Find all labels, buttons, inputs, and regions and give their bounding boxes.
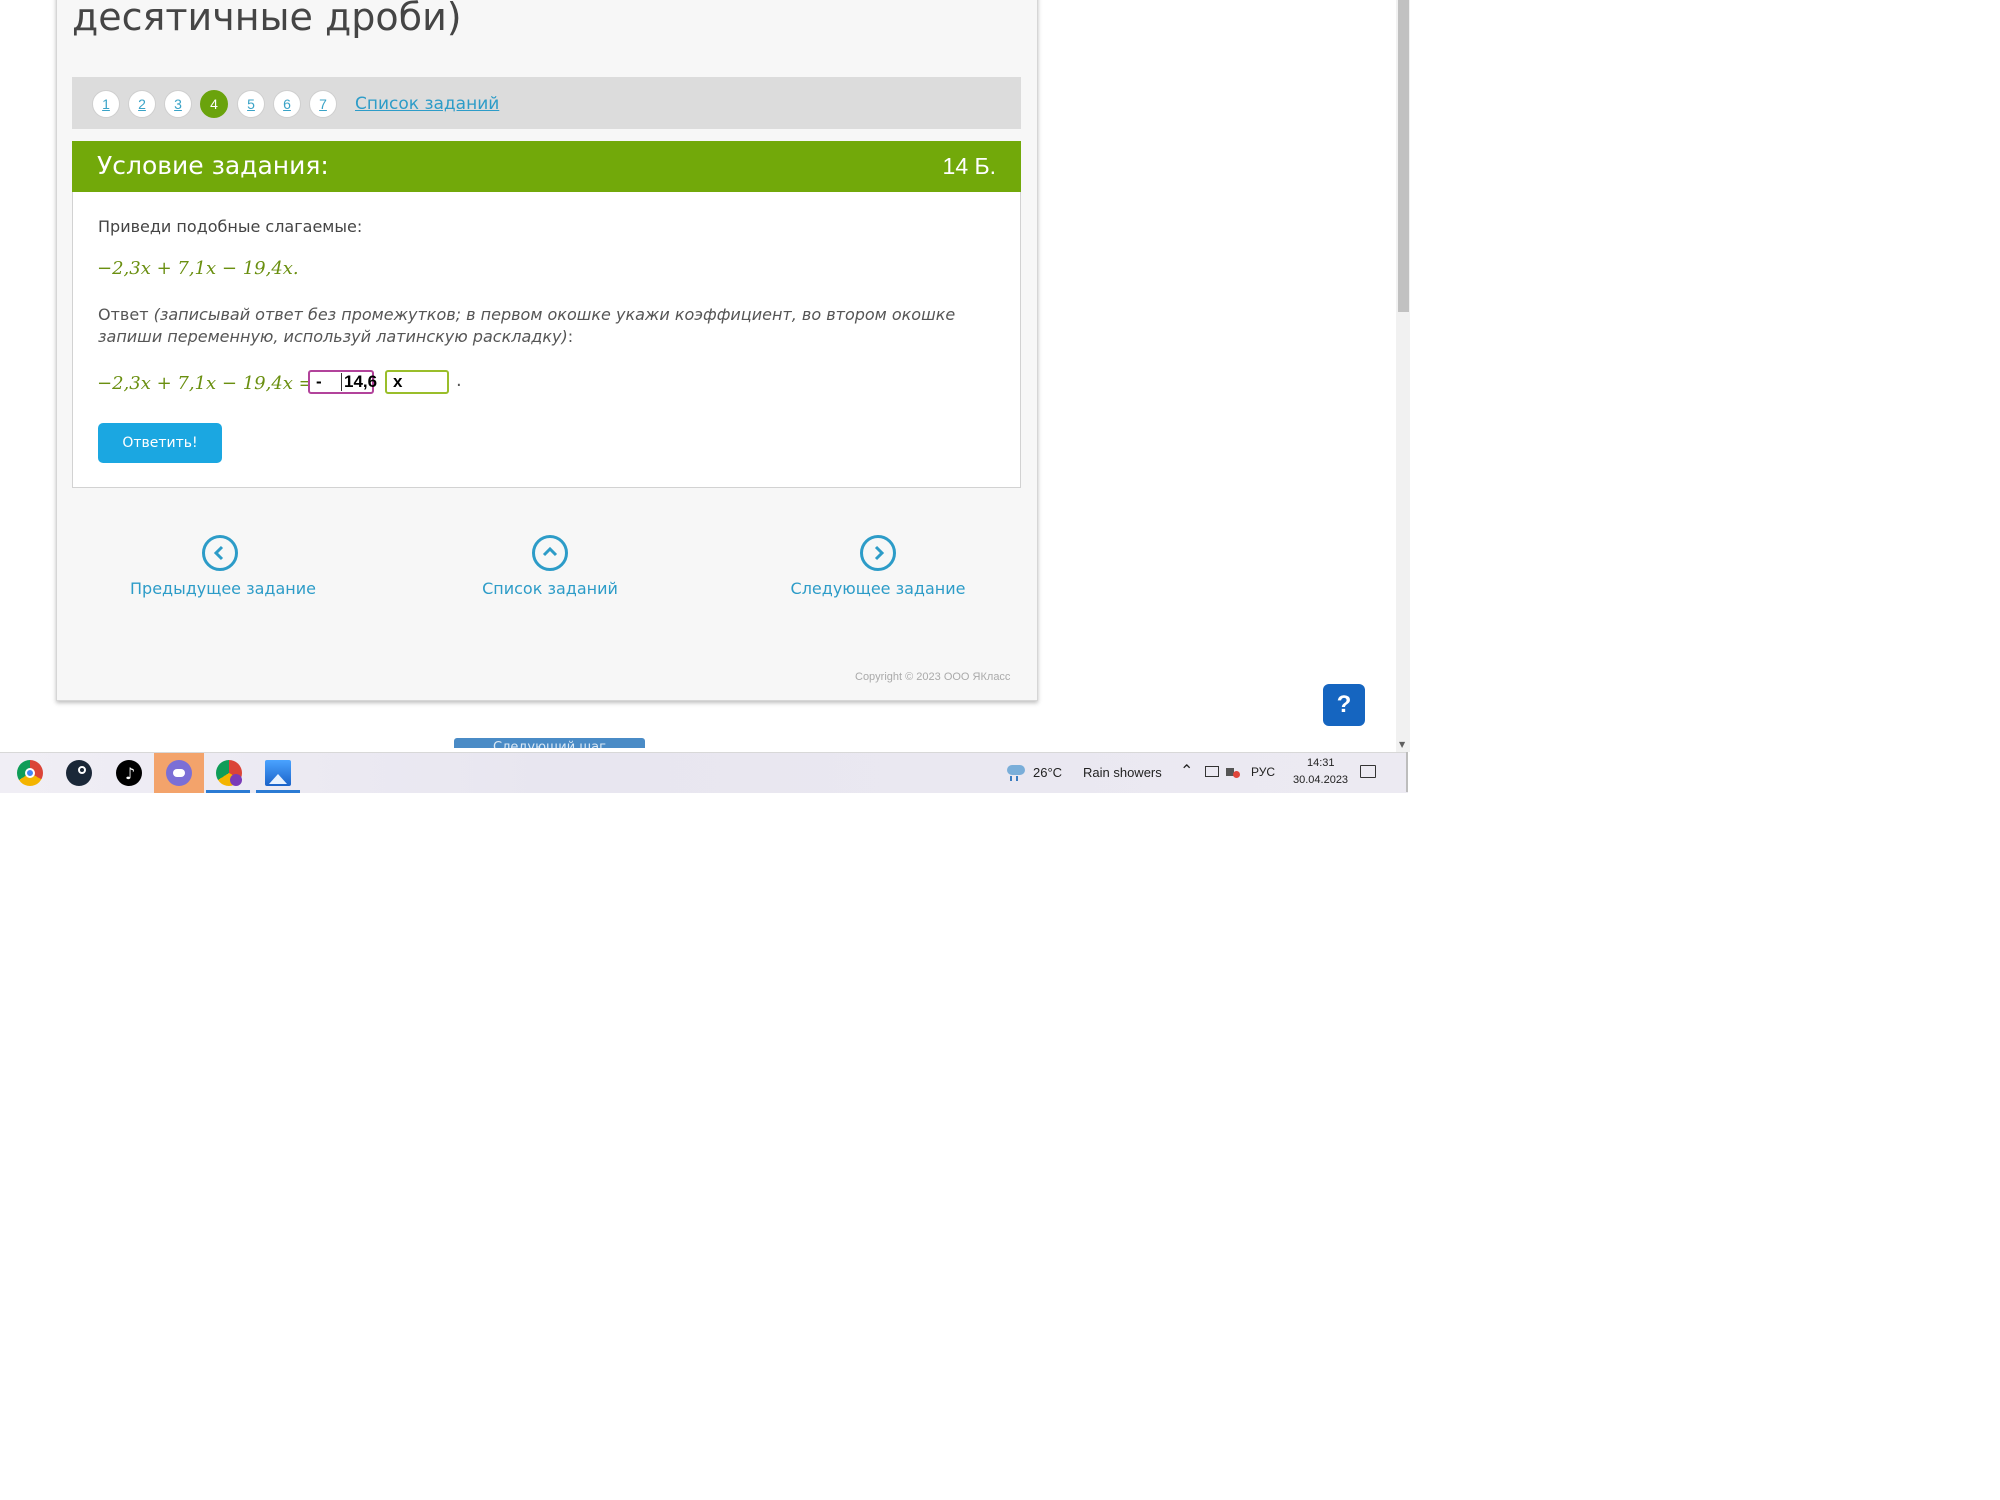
rain-cloud-icon[interactable] [1005, 762, 1027, 782]
answer-expression: −2,3x + 7,1x − 19,4x = [97, 373, 314, 394]
trailing-dot: . [456, 370, 462, 391]
task-expression: −2,3x + 7,1x − 19,4x. [97, 258, 299, 279]
taskbar-running-indicator [206, 790, 250, 793]
text-caret [341, 373, 342, 391]
task-link-1[interactable]: 1 [92, 90, 120, 118]
chrome-icon[interactable] [17, 760, 43, 786]
answer-hint: (записывай ответ без промежутков; в перв… [98, 305, 956, 346]
chevron-right-icon[interactable] [860, 535, 896, 571]
answer-colon: : [567, 327, 574, 346]
condition-header: Условие задания: 14 Б. [72, 141, 1021, 192]
photos-icon[interactable] [265, 760, 291, 786]
task-list-label[interactable]: Список заданий [460, 579, 640, 598]
notifications-icon[interactable] [1360, 765, 1376, 778]
clock-date[interactable]: 30.04.2023 [1293, 774, 1348, 814]
coefficient-sign: - [316, 372, 322, 391]
help-button[interactable]: ? [1323, 684, 1365, 726]
variable-input[interactable]: x [385, 370, 449, 394]
page-scrollbar[interactable]: ▼ [1396, 0, 1410, 752]
prev-task-label[interactable]: Предыдущее задание [130, 579, 316, 598]
taskbar-running-indicator [256, 790, 300, 793]
coefficient-value: 14,6 [344, 372, 378, 391]
answer-label: Ответ [98, 305, 149, 324]
points-badge: 14 Б. [942, 153, 996, 179]
task-prompt: Приведи подобные слагаемые: [98, 217, 363, 236]
prev-task-nav[interactable]: Предыдущее задание [130, 535, 316, 598]
scroll-down-arrow-icon[interactable]: ▼ [1399, 740, 1405, 749]
steam-icon[interactable] [66, 760, 92, 786]
page-title: десятичные дроби) [72, 0, 462, 39]
browser-viewport: десятичные дроби) 1 2 3 4 5 6 7 Список з… [0, 0, 1398, 748]
scrollbar-thumb[interactable] [1398, 0, 1409, 312]
discord-icon[interactable] [166, 760, 192, 786]
task-link-5[interactable]: 5 [237, 90, 265, 118]
next-step-button[interactable]: Следующий шаг [454, 738, 645, 748]
chevron-left-icon[interactable] [202, 535, 238, 571]
task-list-nav[interactable]: Список заданий [460, 535, 640, 598]
chrome-profile-icon[interactable] [216, 760, 242, 786]
taskbar-edge-divider [1406, 752, 1408, 792]
next-task-label[interactable]: Следующее задание [788, 579, 968, 598]
task-link-7[interactable]: 7 [309, 90, 337, 118]
next-task-nav[interactable]: Следующее задание [788, 535, 968, 598]
condition-title: Условие задания: [97, 151, 329, 180]
input-language[interactable]: РУС [1251, 765, 1275, 779]
windows-taskbar: ♪ 26°C Rain showers ⌃ РУС 14:31 30.04.20… [0, 752, 1408, 793]
task-link-6[interactable]: 6 [273, 90, 301, 118]
submit-answer-button[interactable]: Ответить! [98, 423, 222, 463]
task-link-2[interactable]: 2 [128, 90, 156, 118]
answer-instructions: Ответ (записывай ответ без промежутков; … [98, 304, 958, 348]
volume-muted-icon[interactable] [1226, 765, 1240, 779]
network-icon[interactable] [1205, 766, 1219, 777]
coefficient-input[interactable]: - 14,6 [308, 370, 378, 394]
weather-description[interactable]: Rain showers [1083, 765, 1162, 780]
tiktok-icon[interactable]: ♪ [116, 760, 142, 786]
weather-temperature[interactable]: 26°C [1033, 765, 1062, 780]
task-link-3[interactable]: 3 [164, 90, 192, 118]
condition-body: Приведи подобные слагаемые: −2,3x + 7,1x… [72, 192, 1021, 488]
task-list-link[interactable]: Список заданий [355, 94, 499, 114]
show-hidden-icons-chevron-up-icon[interactable]: ⌃ [1180, 761, 1193, 781]
chevron-up-icon[interactable] [532, 535, 568, 571]
copyright-text: Copyright © 2023 ООО ЯКласс [855, 671, 1011, 683]
task-link-4-active[interactable]: 4 [200, 90, 228, 118]
task-number-nav: 1 2 3 4 5 6 7 Список заданий [72, 77, 1021, 129]
